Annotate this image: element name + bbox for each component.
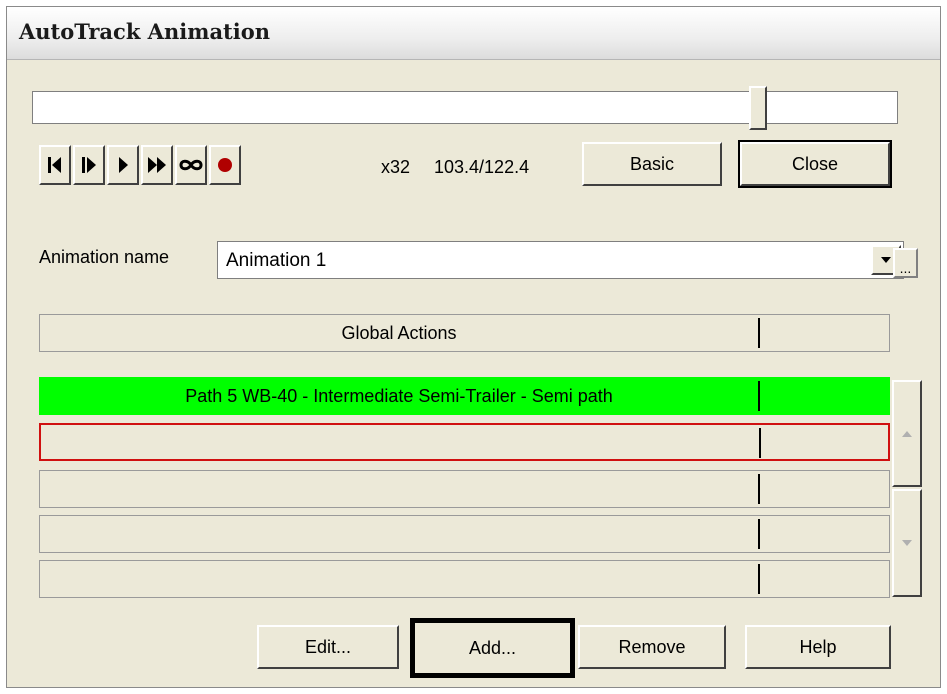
- skip-to-start-icon: [48, 157, 61, 173]
- speed-readout: x32: [381, 157, 411, 177]
- browse-animation-button[interactable]: ...: [893, 248, 918, 278]
- action-row-3[interactable]: [39, 470, 890, 508]
- global-actions-header: Global Actions: [39, 314, 890, 352]
- action-row-text: Path 5 WB-40 - Intermediate Semi-Trailer…: [185, 386, 613, 406]
- loop-button[interactable]: [175, 145, 207, 185]
- edit-button[interactable]: Edit...: [257, 625, 399, 669]
- action-row-5[interactable]: [39, 560, 890, 598]
- global-actions-title: Global Actions: [341, 323, 457, 343]
- animation-name-select[interactable]: Animation 1: [217, 241, 904, 279]
- basic-button[interactable]: Basic: [582, 142, 722, 186]
- remove-button[interactable]: Remove: [578, 625, 726, 669]
- autotrack-animation-dialog: AutoTrack Animation x32 103.4/122.4 Basi…: [6, 6, 941, 688]
- action-row-4[interactable]: [39, 515, 890, 553]
- step-forward-button[interactable]: [73, 145, 105, 185]
- record-icon: [218, 158, 232, 172]
- fast-forward-icon: [148, 157, 166, 173]
- close-button[interactable]: Close: [738, 140, 892, 188]
- column-divider: [758, 318, 760, 348]
- step-forward-icon: [82, 157, 96, 173]
- column-divider: [758, 474, 760, 504]
- play-button[interactable]: [107, 145, 139, 185]
- skip-to-start-button[interactable]: [39, 145, 71, 185]
- title-bar[interactable]: AutoTrack Animation: [7, 7, 940, 60]
- column-divider: [759, 428, 761, 458]
- chevron-down-icon: [902, 540, 912, 546]
- timeline-slider-track[interactable]: [32, 91, 898, 124]
- column-divider: [758, 564, 760, 594]
- help-button[interactable]: Help: [745, 625, 891, 669]
- record-button[interactable]: [209, 145, 241, 185]
- window-title: AutoTrack Animation: [19, 19, 271, 44]
- scroll-down-button[interactable]: [892, 489, 922, 597]
- column-divider: [758, 519, 760, 549]
- timeline-slider-thumb[interactable]: [749, 86, 767, 130]
- action-row-1[interactable]: Path 5 WB-40 - Intermediate Semi-Trailer…: [39, 377, 890, 415]
- animation-name-value: Animation 1: [226, 250, 327, 271]
- time-readout: 103.4/122.4: [434, 157, 530, 177]
- action-row-2[interactable]: [39, 423, 890, 461]
- column-divider: [758, 381, 760, 411]
- add-button[interactable]: Add...: [410, 618, 575, 678]
- scroll-up-button[interactable]: [892, 380, 922, 487]
- chevron-down-icon: [881, 257, 891, 263]
- chevron-up-icon: [902, 430, 912, 437]
- animation-name-label: Animation name: [39, 247, 170, 267]
- fast-forward-button[interactable]: [141, 145, 173, 185]
- play-icon: [119, 157, 128, 173]
- loop-icon: [179, 159, 203, 171]
